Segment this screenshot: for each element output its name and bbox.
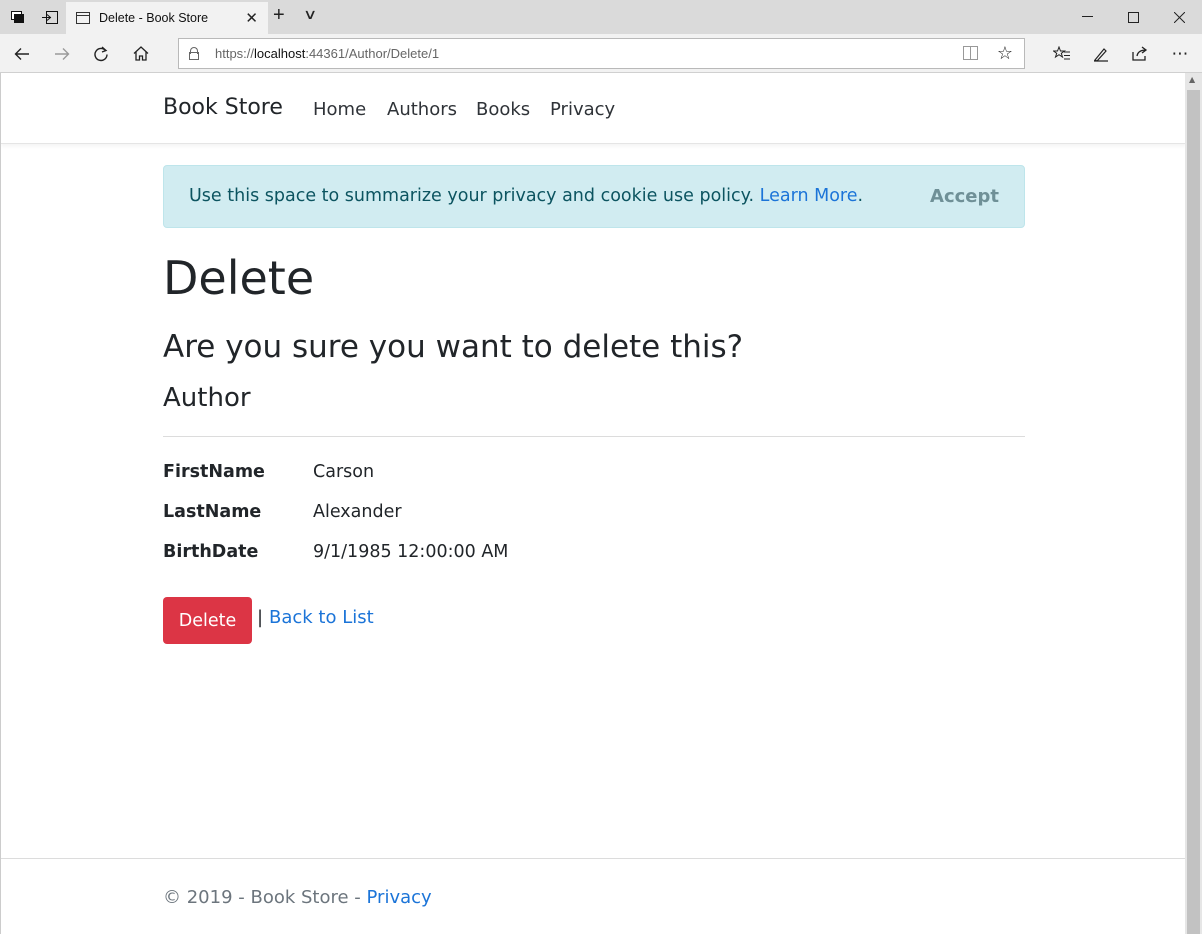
detail-value-birthdate: 9/1/1985 12:00:00 AM [313, 542, 509, 562]
set-aside-tabs-icon[interactable] [2, 0, 34, 34]
site-navbar: Book Store Home Authors Books Privacy [1, 73, 1185, 144]
page-viewport: Book Store Home Authors Books Privacy Us… [0, 73, 1185, 934]
nav-link-home[interactable]: Home [313, 99, 366, 120]
scroll-up-icon[interactable]: ▲ [1189, 75, 1195, 84]
new-tab-icon[interactable]: + [273, 4, 285, 27]
url-text: https://localhost:44361/Author/Delete/1 [215, 46, 440, 61]
browser-tab-active[interactable]: Delete - Book Store ✕ [66, 2, 268, 34]
browser-toolbar: https://localhost:44361/Author/Delete/1 … [0, 34, 1202, 73]
minimize-icon[interactable] [1064, 0, 1110, 34]
cookie-consent-alert: Use this space to summarize your privacy… [163, 165, 1025, 228]
favorite-star-icon[interactable]: ☆ [997, 43, 1013, 64]
back-arrow-icon[interactable] [2, 34, 42, 73]
detail-value-lastname: Alexander [313, 502, 402, 522]
detail-label-firstname: FirstName [163, 462, 265, 482]
footer-privacy-link[interactable]: Privacy [367, 887, 432, 908]
page-icon [76, 12, 90, 24]
page-title: Delete [163, 251, 315, 305]
reading-view-icon[interactable] [963, 46, 978, 64]
learn-more-link[interactable]: Learn More [760, 186, 858, 206]
nav-link-authors[interactable]: Authors [387, 99, 457, 120]
footer-text: © 2019 - Book Store - Privacy [163, 887, 432, 908]
forward-arrow-icon [42, 34, 82, 73]
entity-heading: Author [163, 383, 251, 413]
refresh-icon[interactable] [81, 34, 121, 73]
detail-value-firstname: Carson [313, 462, 375, 482]
tab-title: Delete - Book Store [99, 11, 209, 25]
cookie-message: Use this space to summarize your privacy… [189, 186, 864, 206]
more-options-icon[interactable]: ⋯ [1160, 34, 1200, 73]
favorites-list-icon[interactable] [1042, 34, 1082, 73]
back-to-list-link[interactable]: Back to List [269, 607, 374, 628]
nav-link-books[interactable]: Books [476, 99, 530, 120]
detail-label-lastname: LastName [163, 502, 262, 522]
maximize-icon[interactable] [1110, 0, 1156, 34]
vertical-scrollbar[interactable]: ▲ [1185, 73, 1202, 934]
scrollbar-thumb[interactable] [1187, 90, 1200, 934]
home-icon[interactable] [121, 34, 161, 73]
site-footer: © 2019 - Book Store - Privacy [1, 858, 1185, 934]
chevron-down-icon[interactable]: ∨ [303, 7, 317, 23]
tabs-aside-icon[interactable] [34, 0, 66, 34]
divider [163, 436, 1025, 437]
close-window-icon[interactable] [1156, 0, 1202, 34]
address-bar[interactable]: https://localhost:44361/Author/Delete/1 … [178, 38, 1025, 69]
nav-link-privacy[interactable]: Privacy [550, 99, 615, 120]
browser-titlebar: Delete - Book Store ✕ + ∨ [0, 0, 1202, 34]
delete-button[interactable]: Delete [163, 597, 252, 644]
brand-link[interactable]: Book Store [163, 95, 283, 120]
lock-icon [189, 47, 199, 60]
confirm-question: Are you sure you want to delete this? [163, 329, 744, 365]
accept-button[interactable]: Accept [930, 186, 999, 207]
close-tab-icon[interactable]: ✕ [245, 9, 258, 27]
share-icon[interactable] [1120, 34, 1160, 73]
detail-label-birthdate: BirthDate [163, 542, 259, 562]
pen-icon[interactable] [1081, 34, 1121, 73]
action-separator: | [257, 607, 264, 628]
